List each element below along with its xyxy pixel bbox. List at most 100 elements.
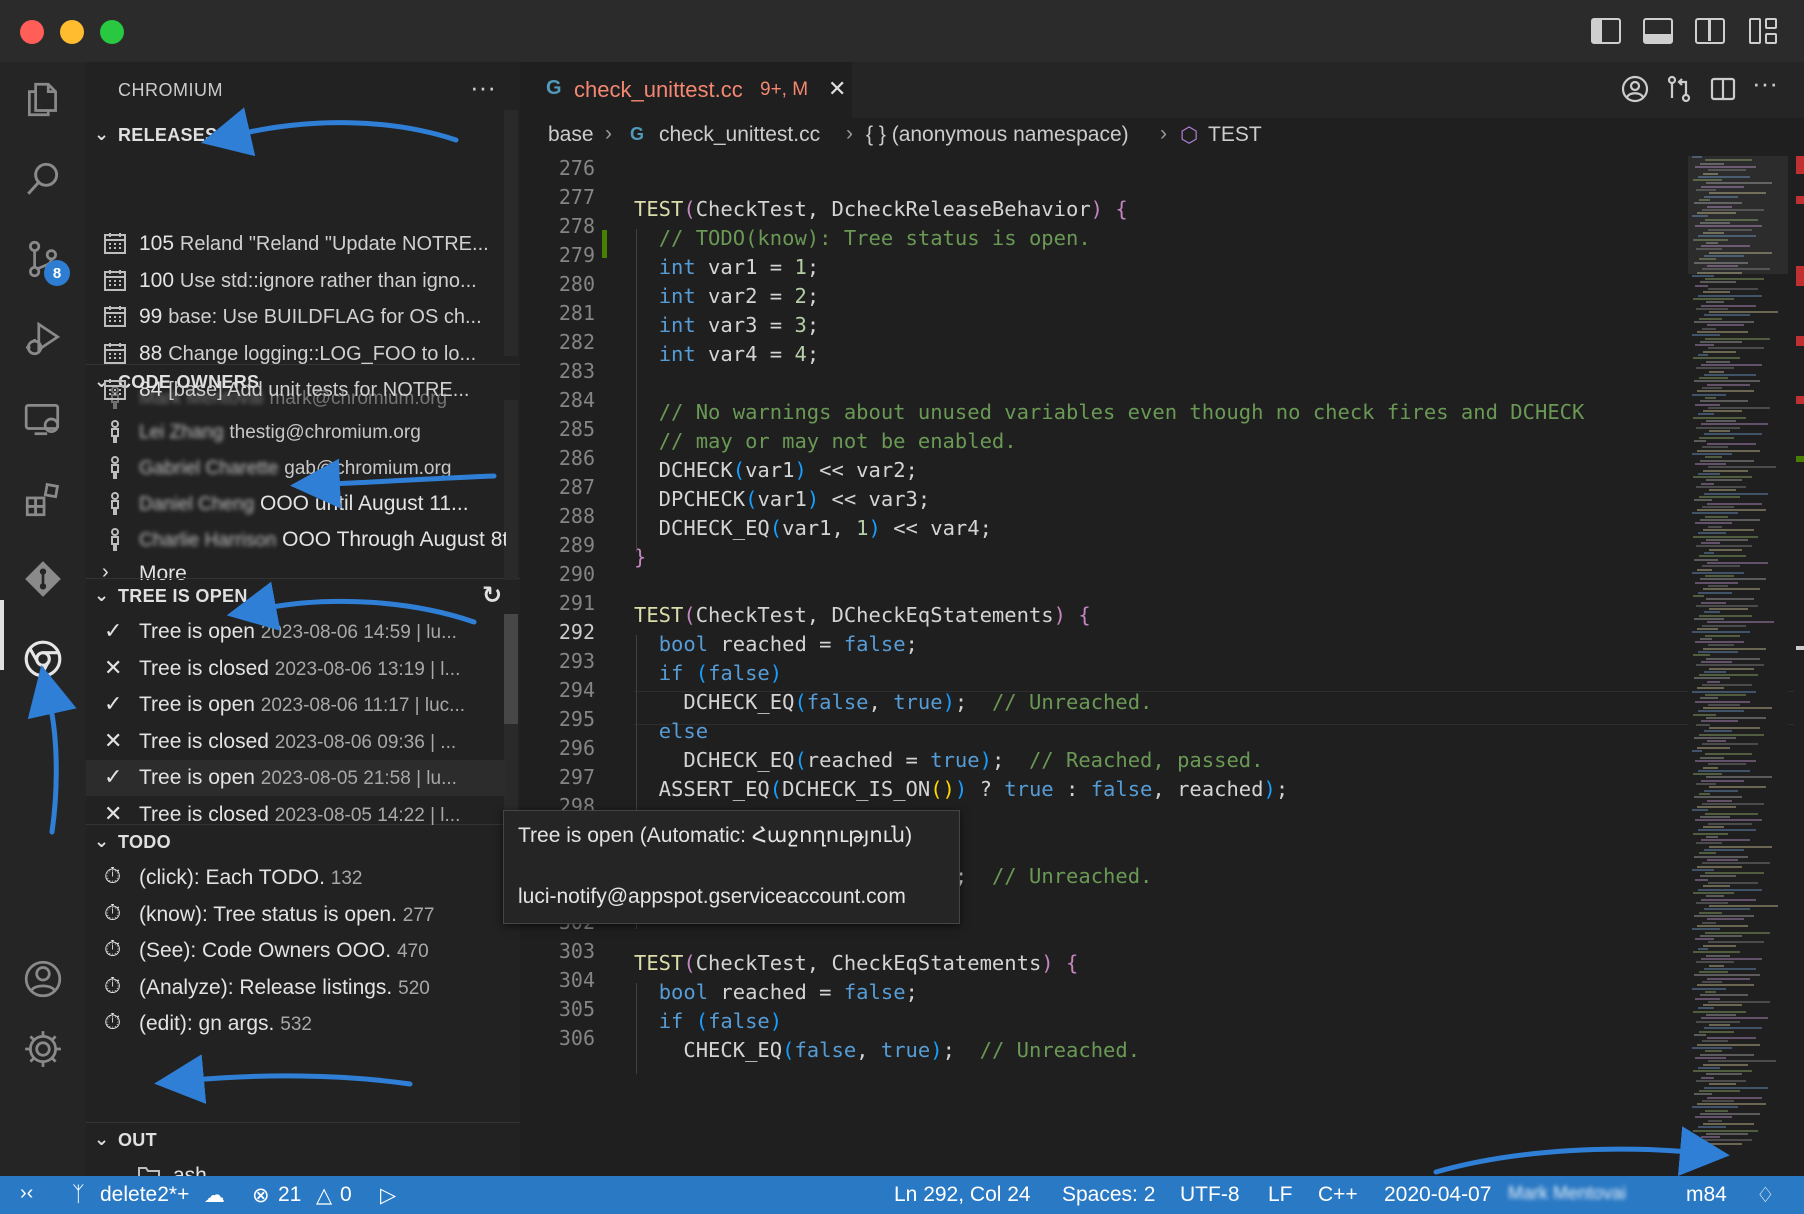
out-section-header[interactable]: ⌄ OUT xyxy=(86,1122,520,1159)
minimap-line xyxy=(1705,931,1770,934)
code-editor[interactable]: 276 277 278 279 280 281 282 283 284 285 286 287 288 2… xyxy=(520,156,1804,1176)
line-number: 306 xyxy=(558,1026,595,1050)
code-owner-item[interactable]: Daniel Cheng OOO until August 11... xyxy=(86,486,506,522)
todo-item[interactable]: ⏱ (click): Each TODO. 132 xyxy=(86,860,506,896)
git-blame-date[interactable]: 2020-04-07 xyxy=(1384,1183,1491,1207)
run-debug-icon[interactable] xyxy=(18,314,68,364)
tree-status-item[interactable]: ✕ Tree is closed 2023-08-06 09:36 | ... xyxy=(86,724,506,760)
minimap-viewport[interactable] xyxy=(1688,156,1788,274)
sidebar-more-icon[interactable]: ··· xyxy=(470,72,496,103)
release-item[interactable]: 105 Reland "Reland "Update NOTRE... xyxy=(86,226,506,262)
breadcrumb-symbol[interactable]: TEST xyxy=(1208,123,1262,147)
code-owner-name: Daniel Cheng xyxy=(139,494,255,515)
split-editor-icon[interactable] xyxy=(1708,74,1738,109)
more-actions-icon[interactable]: ··· xyxy=(1752,68,1778,99)
todo-item[interactable]: ⏱ (edit): gn args. 532 xyxy=(86,1006,506,1042)
minimap-line xyxy=(1693,951,1740,954)
tree-status-item[interactable]: ✕ Tree is closed 2023-08-06 13:19 | l... xyxy=(86,651,506,687)
todo-item[interactable]: ⏱ (See): Code Owners OOO. 470 xyxy=(86,933,506,969)
release-item[interactable]: 88 Change logging::LOG_FOO to lo... xyxy=(86,336,506,372)
releases-section-header[interactable]: ⌄ RELEASES xyxy=(86,118,520,154)
cursor-position[interactable]: Ln 292, Col 24 xyxy=(894,1183,1031,1207)
todo-item[interactable]: ⏱ (know): Tree status is open. 277 xyxy=(86,897,506,933)
minimap-line xyxy=(1696,307,1728,310)
tree-status-item[interactable]: ✓ Tree is open 2023-08-05 21:58 | lu... xyxy=(86,760,506,796)
minimap-line xyxy=(1702,624,1746,627)
code-line: DCHECK_EQ(false, true); // Unreached. xyxy=(634,690,1153,714)
milestone[interactable]: m84 xyxy=(1686,1183,1727,1207)
toggle-panel-icon[interactable] xyxy=(1643,18,1673,44)
code-line: TEST(CheckTest, DCheckEqStatements) { xyxy=(634,603,1091,627)
tree-status-item[interactable]: ✕ Tree is closed 2023-08-05 14:22 | l... xyxy=(86,797,506,833)
warning-count[interactable]: 0 xyxy=(340,1183,352,1207)
minimap-line xyxy=(1697,1103,1766,1106)
minimap-line xyxy=(1693,357,1740,360)
end-of-line[interactable]: LF xyxy=(1268,1183,1293,1207)
settings-gear-icon[interactable] xyxy=(18,1024,68,1074)
encoding[interactable]: UTF-8 xyxy=(1180,1183,1240,1207)
tree-status-item[interactable]: ✓ Tree is open 2023-08-06 14:59 | lu... xyxy=(86,614,506,650)
notifications-icon[interactable]: ♢ xyxy=(1756,1183,1775,1208)
error-count[interactable]: 21 xyxy=(278,1183,301,1207)
code-owner-item[interactable]: Charlie Harrison OOO Through August 8th.… xyxy=(86,522,506,558)
tree-section-header[interactable]: ⌄ TREE IS OPEN ↻ xyxy=(86,578,520,615)
releases-scrollbar[interactable] xyxy=(504,110,518,356)
minimap-line xyxy=(1707,1096,1762,1099)
customize-layout-icon[interactable] xyxy=(1749,18,1779,44)
person-icon xyxy=(102,384,128,410)
minimap-line xyxy=(1695,1056,1726,1059)
minimap-line xyxy=(1705,634,1740,637)
maximize-window-button[interactable] xyxy=(100,20,124,44)
overview-ruler[interactable] xyxy=(1796,156,1804,1176)
minimap[interactable] xyxy=(1688,156,1788,1176)
tree-scrollbar-thumb[interactable] xyxy=(504,614,518,724)
releases-header-label: RELEASES xyxy=(118,125,218,145)
tree-status-item[interactable]: ✓ Tree is open 2023-08-06 11:17 | luc... xyxy=(86,687,506,723)
tree-status: Tree is open xyxy=(139,620,255,643)
code-owner-item[interactable]: Gabriel Charette gab@chromium.org xyxy=(86,450,506,486)
code-owner-item[interactable]: Mark Mentovai mark@chromium.org xyxy=(86,380,506,416)
account-icon[interactable] xyxy=(18,954,68,1004)
refresh-icon[interactable]: ↻ xyxy=(482,581,502,610)
chromium-icon[interactable] xyxy=(18,634,68,684)
minimap-line xyxy=(1699,971,1728,974)
owners-scrollbar[interactable] xyxy=(504,400,518,580)
run-icon[interactable]: ▷ xyxy=(380,1183,396,1208)
accounts-icon[interactable] xyxy=(1620,74,1650,109)
line-number: 291 xyxy=(558,591,595,615)
close-window-button[interactable] xyxy=(20,20,44,44)
code-owner-item[interactable]: Lei Zhang thestig@chromium.org xyxy=(86,414,506,450)
minimap-line xyxy=(1695,700,1750,703)
todo-label: (click): Each TODO. 132 xyxy=(139,866,362,890)
branch-name[interactable]: delete2*+ xyxy=(100,1183,189,1207)
minimap-line xyxy=(1693,654,1710,657)
toggle-primary-sidebar-icon[interactable] xyxy=(1591,18,1621,44)
indentation[interactable]: Spaces: 2 xyxy=(1062,1183,1155,1207)
breadcrumb-scope[interactable]: { } (anonymous namespace) xyxy=(866,123,1129,147)
files-icon[interactable] xyxy=(18,74,68,124)
close-tab-icon[interactable]: ✕ xyxy=(828,76,846,102)
language-mode[interactable]: C++ xyxy=(1318,1183,1358,1207)
sync-icon[interactable]: ☁ xyxy=(204,1183,225,1208)
search-icon[interactable] xyxy=(18,154,68,204)
minimap-line xyxy=(1705,812,1758,815)
calendar-icon xyxy=(102,303,128,329)
minimize-window-button[interactable] xyxy=(60,20,84,44)
release-item[interactable]: 100 Use std::ignore rather than igno... xyxy=(86,263,506,299)
toggle-secondary-sidebar-icon[interactable] xyxy=(1695,18,1725,44)
minimap-line xyxy=(1701,423,1768,426)
breadcrumb-file[interactable]: check_unittest.cc xyxy=(659,123,820,147)
open-changes-icon[interactable] xyxy=(1664,74,1694,109)
out-folder-item[interactable]: ash xyxy=(120,1158,520,1176)
release-item[interactable]: 99 base: Use BUILDFLAG for OS ch... xyxy=(86,299,506,335)
minimap-line xyxy=(1693,416,1746,419)
git-blame-author[interactable]: Mark Mentovai xyxy=(1508,1183,1626,1204)
remote-indicator[interactable]: ›‹ xyxy=(0,1176,62,1214)
remote-explorer-icon[interactable] xyxy=(18,394,68,444)
git-icon[interactable] xyxy=(18,554,68,604)
extensions-icon[interactable] xyxy=(18,474,68,524)
tab-check-unittest[interactable]: G check_unittest.cc 9+, M ✕ xyxy=(520,62,852,120)
todo-item[interactable]: ⏱ (Analyze): Release listings. 520 xyxy=(86,970,506,1006)
breadcrumb-folder[interactable]: base xyxy=(548,123,594,147)
warning-icon: △ xyxy=(316,1184,333,1207)
